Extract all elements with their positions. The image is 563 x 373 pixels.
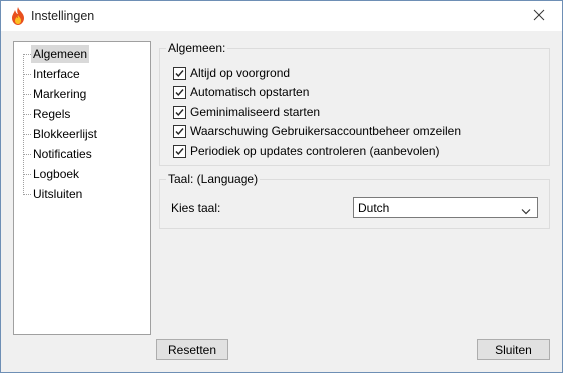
checkbox-checked-icon [173, 85, 186, 99]
sidebar-item-label: Notificaties [33, 147, 92, 161]
close-button-label: Sluiten [495, 342, 532, 357]
checkbox-checked-icon [173, 124, 186, 138]
checkbox-label: Automatisch opstarten [190, 85, 310, 99]
close-button[interactable]: Sluiten [477, 339, 550, 360]
sidebar-item-label: Blokkeerlijst [33, 127, 98, 141]
sidebar-item-label: Interface [33, 67, 80, 81]
sidebar-item-label: Regels [33, 107, 71, 121]
checkbox-label: Waarschuwing Gebruikersaccountbeheer omz… [190, 124, 462, 138]
title-bar: Instellingen [1, 1, 562, 31]
always-on-top-checkbox[interactable]: Altijd op voorgrond [173, 65, 290, 81]
general-group-title: Algemeen: [166, 41, 228, 55]
sidebar-item-label: Markering [33, 87, 87, 101]
checkbox-label: Geminimaliseerd starten [190, 105, 321, 119]
sidebar-item-label: Uitsluiten [33, 187, 83, 201]
checkbox-checked-icon [173, 66, 186, 80]
bypass-uac-warning-checkbox[interactable]: Waarschuwing Gebruikersaccountbeheer omz… [173, 123, 461, 139]
sidebar-item-label: Logboek [33, 167, 80, 181]
window-title: Instellingen [31, 9, 95, 23]
checkbox-checked-icon [173, 105, 186, 119]
reset-button-label: Resetten [167, 342, 217, 357]
autostart-checkbox[interactable]: Automatisch opstarten [173, 84, 309, 100]
settings-window: Instellingen Algemeen Interface Markerin… [0, 0, 563, 373]
checkbox-label: Altijd op voorgrond [190, 66, 291, 80]
start-minimized-checkbox[interactable]: Geminimaliseerd starten [173, 104, 320, 120]
dialog-body: Algemeen Interface Markering Regels Blok… [1, 31, 562, 372]
language-select-label: Kies taal: [171, 201, 221, 215]
check-updates-checkbox[interactable]: Periodiek op updates controleren (aanbev… [173, 143, 440, 159]
language-group-title: Taal: (Language) [166, 172, 261, 186]
flame-icon [10, 7, 26, 25]
chevron-down-icon [521, 204, 531, 218]
close-icon [533, 9, 545, 24]
language-select-value: Dutch [358, 201, 390, 215]
checkbox-label: Periodiek op updates controleren (aanbev… [190, 144, 440, 158]
settings-category-tree: Algemeen Interface Markering Regels Blok… [13, 41, 151, 335]
language-settings-group: Taal: (Language) Kies taal: Dutch [159, 172, 550, 229]
checkbox-checked-icon [173, 144, 186, 158]
language-select[interactable]: Dutch [353, 197, 538, 218]
reset-button[interactable]: Resetten [156, 339, 228, 360]
close-window-button[interactable] [516, 1, 562, 31]
sidebar-item-label: Algemeen [31, 45, 90, 63]
general-settings-group: Algemeen: Altijd op voorgrond Automatisc… [159, 41, 550, 166]
